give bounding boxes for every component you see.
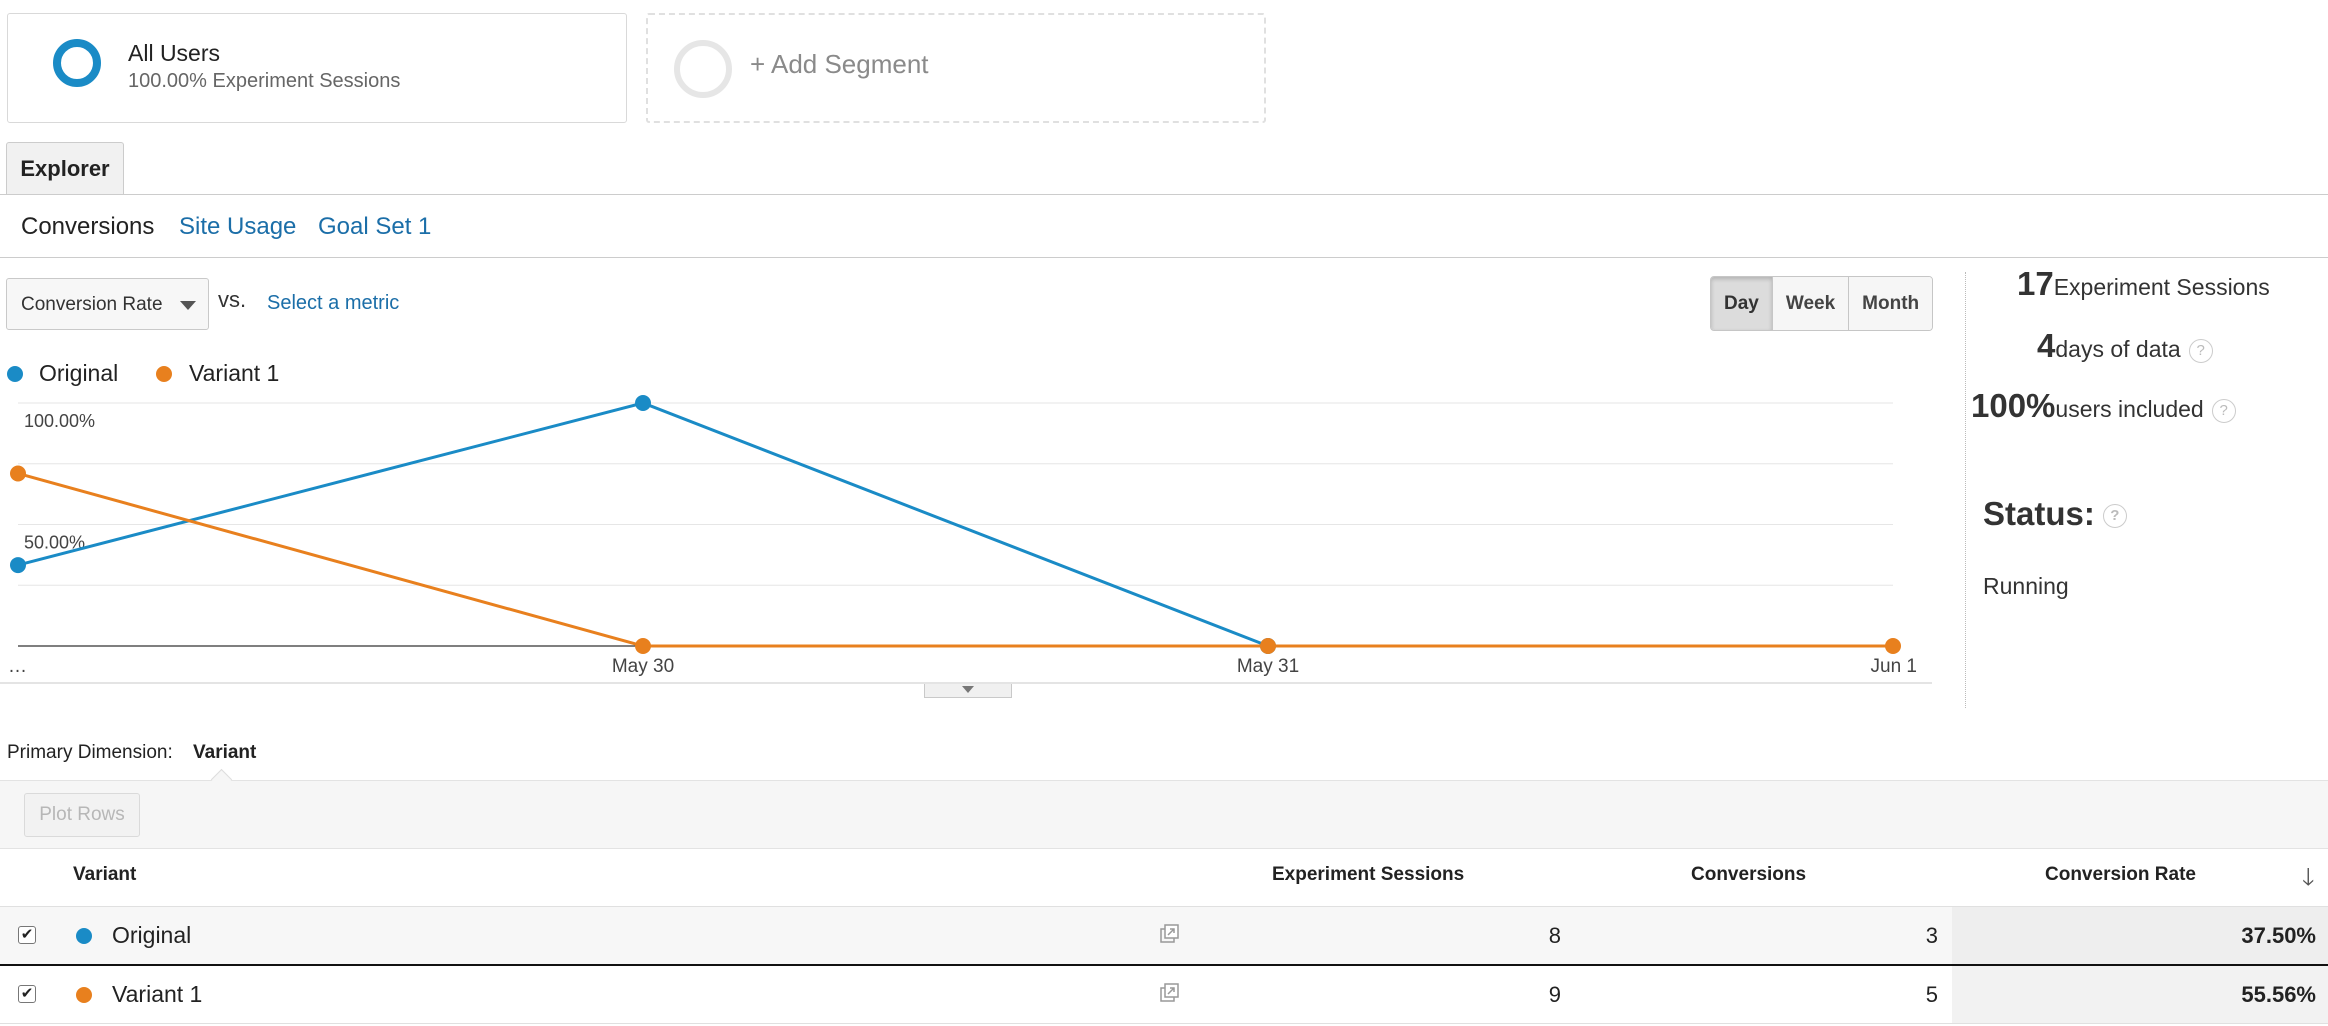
column-header-experiment-sessions[interactable]: Experiment Sessions	[1272, 864, 1464, 886]
segment-subtitle: 100.00% Experiment Sessions	[128, 70, 401, 92]
add-segment-label: + Add Segment	[750, 49, 929, 79]
help-icon[interactable]: ?	[2188, 338, 2213, 363]
help-icon[interactable]: ?	[2102, 504, 2127, 529]
rate-cell: 55.56%	[1952, 966, 2328, 1023]
subtab-site-usage[interactable]: Site Usage	[179, 213, 296, 241]
x-tick-label: May 31	[1237, 656, 1299, 677]
row-conversions: 5	[1925, 982, 1938, 1007]
metric-select-value: Conversion Rate	[21, 294, 163, 315]
stat-users-label: users included	[2055, 396, 2204, 422]
stat-sessions-value: 17	[2017, 265, 2054, 302]
x-tick-label: …	[8, 656, 27, 677]
period-month-button[interactable]: Month	[1849, 277, 1933, 330]
legend-original: Original	[7, 360, 118, 387]
tab-explorer[interactable]: Explorer	[6, 142, 124, 195]
select-metric-link[interactable]: Select a metric	[267, 292, 399, 315]
primary-dimension-label: Primary Dimension:	[7, 742, 173, 763]
sort-descending-icon[interactable]: 🡓	[2302, 860, 2314, 901]
row-conversions: 3	[1925, 923, 1938, 948]
chevron-down-icon	[962, 686, 974, 693]
series-dot-icon	[76, 987, 92, 1003]
popout-icon[interactable]	[1160, 924, 1180, 944]
status-heading: Status:?	[1983, 495, 2127, 533]
row-checkbox[interactable]: ✔	[18, 926, 36, 944]
stats-divider	[1965, 272, 1966, 708]
table-row: ✔ Variant 1 9 5 55.56%	[0, 966, 2328, 1024]
stat-users-value: 100%	[1971, 387, 2056, 424]
tab-divider	[0, 194, 2328, 195]
legend-variant-1: Variant 1	[156, 360, 279, 387]
chevron-down-icon	[180, 301, 196, 310]
row-conversion-rate: 37.50%	[2241, 923, 2316, 948]
metric-select[interactable]: Conversion Rate	[6, 278, 209, 330]
row-variant-name: Variant 1	[112, 981, 203, 1007]
y-tick-label: 100.00%	[24, 411, 95, 431]
plot-rows-button[interactable]: Plot Rows	[24, 793, 140, 837]
series-line-variant-1	[17, 472, 1893, 648]
legend-label-original: Original	[39, 360, 119, 386]
help-icon[interactable]: ?	[2211, 398, 2236, 423]
segment-ring-icon	[53, 39, 101, 87]
stat-days-value: 4	[2037, 327, 2056, 364]
row-checkbox[interactable]: ✔	[18, 985, 36, 1003]
stat-days-of-data: 4days of data?	[2037, 327, 2213, 365]
column-header-variant[interactable]: Variant	[73, 864, 136, 886]
stat-days-label: days of data	[2055, 336, 2181, 362]
segment-all-users[interactable]: All Users 100.00% Experiment Sessions	[7, 13, 627, 123]
stat-sessions-label: Experiment Sessions	[2053, 274, 2270, 300]
segment-title: All Users	[128, 40, 221, 66]
primary-dimension-variant[interactable]: Variant	[193, 742, 256, 764]
stat-users-included: 100%users included?	[1971, 387, 2236, 425]
data-point-variant-1	[1885, 638, 1901, 654]
data-point-variant-1	[10, 465, 26, 482]
row-variant-name: Original	[112, 922, 192, 948]
table-row: ✔ Original 8 3 37.50%	[0, 906, 2328, 967]
popout-icon[interactable]	[1160, 983, 1180, 1003]
subtab-conversions[interactable]: Conversions	[21, 213, 154, 241]
conversion-rate-chart: 100.00%50.00%… May 30 May 31 Jun 1	[0, 395, 1932, 684]
data-point-variant-1	[635, 638, 651, 654]
period-day-button[interactable]: Day	[1711, 277, 1773, 330]
data-point-original	[635, 395, 651, 411]
status-value: Running	[1983, 573, 2069, 599]
empty-segment-ring-icon	[674, 40, 732, 98]
status-label: Status:	[1983, 495, 2095, 532]
rate-cell: 37.50%	[1952, 907, 2328, 964]
data-point-original	[10, 557, 26, 574]
subtab-divider	[0, 257, 2328, 258]
series-dot-icon	[76, 928, 92, 944]
subtab-goal-set-1[interactable]: Goal Set 1	[318, 213, 431, 241]
add-segment-button[interactable]: + Add Segment	[646, 13, 1266, 123]
column-header-conversion-rate[interactable]: Conversion Rate	[2045, 864, 2196, 886]
stat-experiment-sessions: 17Experiment Sessions	[2017, 265, 2270, 303]
column-header-conversions[interactable]: Conversions	[1691, 864, 1806, 886]
data-point-variant-1	[1260, 638, 1276, 654]
legend-label-variant-1: Variant 1	[189, 360, 280, 386]
x-tick-label: Jun 1	[1871, 656, 1917, 677]
table-toolbar: Plot Rows	[0, 780, 2328, 849]
legend-dot-original	[7, 366, 23, 382]
chart-collapse-handle[interactable]	[924, 684, 1012, 698]
row-conversion-rate: 55.56%	[2241, 982, 2316, 1007]
x-tick-label: May 30	[612, 656, 674, 677]
period-week-button[interactable]: Week	[1772, 277, 1850, 330]
row-sessions: 8	[1548, 923, 1561, 948]
vs-label: vs.	[218, 287, 247, 312]
row-sessions: 9	[1548, 982, 1561, 1007]
period-toggle: Day Week Month	[1710, 276, 1934, 331]
legend-dot-variant-1	[156, 366, 172, 382]
